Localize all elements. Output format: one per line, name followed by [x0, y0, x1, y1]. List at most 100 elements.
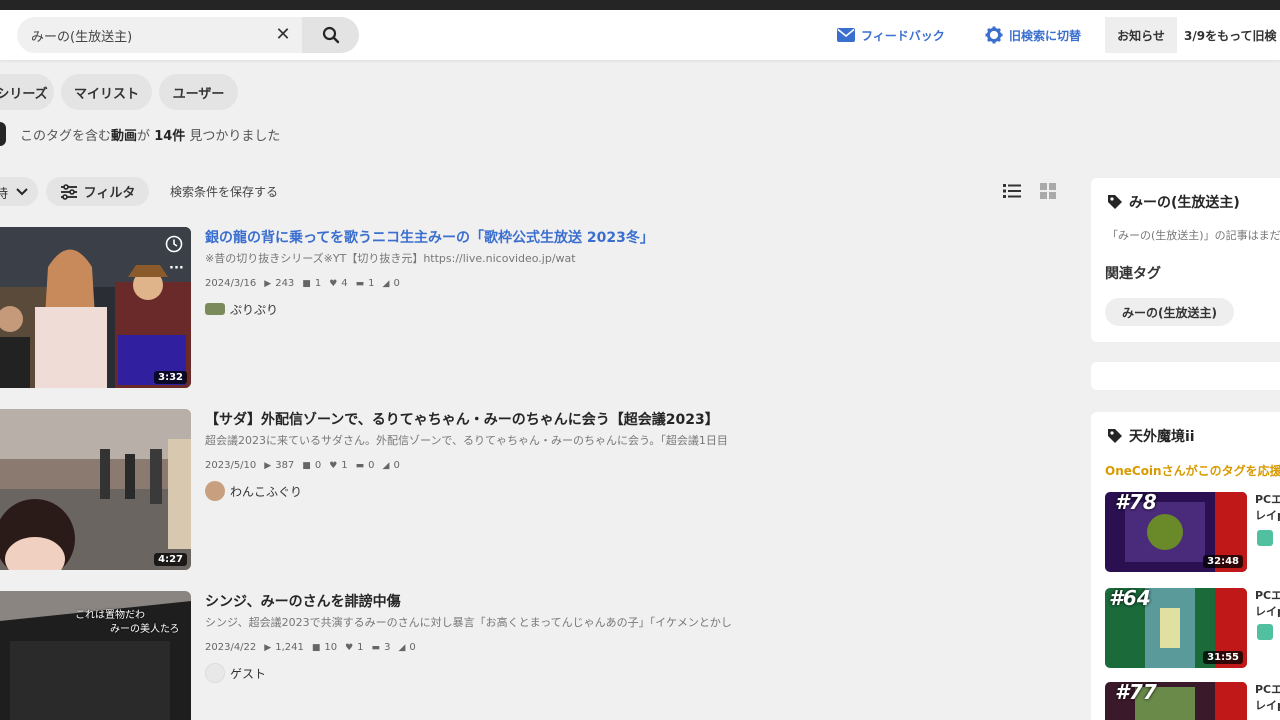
more-icon[interactable]: ··· — [169, 262, 184, 275]
thumbnail-comment: これは置物だわ — [75, 610, 145, 621]
result-kind: 動画 — [111, 128, 138, 144]
video-date: 2024/3/16 — [205, 278, 257, 289]
ad-video-thumbnail[interactable]: #78 32:48 — [1105, 492, 1247, 572]
heart-icon: ♥ — [329, 460, 338, 471]
old-search-link[interactable]: 旧検索に切替 — [985, 24, 1081, 46]
sort-dropdown[interactable]: 時 — [0, 177, 38, 206]
ad-title-line: レイp — [1255, 605, 1280, 618]
comment-count: 1 — [314, 278, 322, 289]
promo-text[interactable]: OneCoinさんがこのタグを応援 — [1105, 462, 1280, 479]
video-item[interactable]: ··· 3:32 銀の龍の背に乗ってを歌うニコ生主みーの「歌枠公式生放送 202… — [0, 227, 1060, 389]
video-owner[interactable]: ぷりぷり — [205, 299, 278, 319]
tag-icon — [1108, 195, 1122, 209]
tab-series[interactable]: シリーズ — [0, 74, 54, 110]
video-owner[interactable]: ゲスト — [205, 663, 266, 683]
tab-user[interactable]: ユーザー — [159, 74, 238, 110]
view-count: 1,241 — [275, 642, 304, 653]
ad-video-title[interactable]: PCエレイp — [1255, 588, 1280, 620]
grid-view-icon[interactable] — [1040, 183, 1056, 199]
folder-icon: ▬ — [355, 460, 365, 471]
mail-icon — [837, 28, 855, 42]
like-count: 4 — [341, 278, 348, 289]
feedback-link[interactable]: フィードバック — [837, 24, 945, 46]
tag-icon — [1108, 429, 1122, 443]
heart-icon: ♥ — [329, 278, 338, 289]
result-count-number: 14件 — [154, 128, 186, 144]
thumbnail-comment: みーの美人たろ — [110, 624, 180, 635]
folder-icon: ▬ — [355, 278, 365, 289]
ad-video-title[interactable]: PCエレイp — [1255, 682, 1280, 714]
megaphone-icon: ◢ — [382, 460, 390, 471]
video-item[interactable]: これは置物だわ みーの美人たろ シンジ、みーのさんを誹謗中傷 シンジ、超会議20… — [0, 591, 1060, 720]
list-view-icon[interactable] — [1003, 183, 1021, 199]
video-thumbnail[interactable]: ··· 3:32 — [0, 227, 191, 388]
watch-later-icon[interactable] — [165, 235, 183, 253]
tag-article-note: 「みーの(生放送主)」の記事はまだ書 — [1107, 229, 1280, 242]
owner-name: ゲスト — [230, 666, 267, 681]
ad-tag-title[interactable]: 天外魔境ii — [1107, 426, 1195, 446]
related-tag-chip[interactable]: みーの(生放送主) — [1105, 298, 1234, 326]
play-icon: ▶ — [264, 278, 272, 289]
folder-icon: ▬ — [371, 642, 381, 653]
ad-count: 0 — [409, 642, 416, 653]
search-input[interactable] — [31, 17, 271, 53]
video-title[interactable]: 【サダ】外配信ゾーンで、るりてゃちゃん・みーのちゃんに会う【超会議2023】 — [205, 409, 719, 429]
tag-info-card: みーの(生放送主) 「みーの(生放送主)」の記事はまだ書 関連タグ みーの(生放… — [1091, 178, 1280, 342]
ad-episode-badge: #77 — [1115, 682, 1157, 704]
notice-button[interactable]: お知らせ — [1105, 17, 1177, 53]
video-stats: 2023/4/22 ▶ 1,241 ■ 10 ♥ 1 ▬ 3 ◢ 0 — [205, 642, 424, 653]
ad-title-line: レイp — [1255, 509, 1280, 522]
mylist-count: 3 — [384, 642, 391, 653]
video-thumbnail[interactable]: これは置物だわ みーの美人たろ — [0, 591, 191, 720]
chevron-down-icon — [16, 187, 28, 195]
feedback-label: フィードバック — [861, 28, 945, 43]
video-title[interactable]: シンジ、みーのさんを誹謗中傷 — [205, 591, 401, 611]
ad-count: 0 — [393, 460, 400, 471]
like-count: 1 — [357, 642, 364, 653]
result-count: このタグを含む 動画が 14件 見つかりました — [0, 122, 280, 146]
video-duration: 4:27 — [154, 553, 187, 566]
ad-video-thumbnail[interactable]: #64 31:55 — [1105, 588, 1247, 668]
ad-video-title[interactable]: PCエレイp — [1255, 492, 1280, 524]
view-count: 387 — [275, 460, 295, 471]
video-description: 超会議2023に来ているサダさん。外配信ゾーンで、るりてゃちゃん・みーのちゃんに… — [205, 434, 728, 447]
video-owner[interactable]: わんこふぐり — [205, 481, 302, 501]
mylist-count: 0 — [368, 460, 375, 471]
save-search-button[interactable]: 検索条件を保存する — [170, 183, 278, 200]
sort-label: 時 — [0, 187, 9, 202]
browser-top-strip — [0, 0, 1280, 10]
tag-name: みーの(生放送主) — [1129, 195, 1240, 211]
owner-name: ぷりぷり — [230, 302, 279, 317]
video-thumbnail-image — [0, 409, 191, 570]
related-tags-heading: 関連タグ — [1105, 266, 1161, 282]
ad-card: 天外魔境ii OneCoinさんがこのタグを応援 #78 32:48 PCエレイ… — [1091, 412, 1280, 720]
result-prefix: このタグを含む — [20, 128, 112, 144]
comment-icon: ■ — [311, 642, 321, 653]
comment-icon: ■ — [302, 460, 311, 471]
avatar — [205, 303, 225, 315]
ad-title-line: PCエ — [1255, 683, 1280, 696]
ad-title-line: レイp — [1255, 699, 1280, 712]
ad-title-line: PCエ — [1255, 589, 1280, 602]
close-icon[interactable]: ✕ — [274, 26, 292, 44]
owner-name: わんこふぐり — [230, 484, 303, 499]
video-stats: 2024/3/16 ▶ 243 ■ 1 ♥ 4 ▬ 1 ◢ 0 — [205, 278, 408, 289]
filter-button[interactable]: フィルタ — [46, 177, 149, 206]
video-thumbnail[interactable]: 4:27 — [0, 409, 191, 570]
sliders-icon — [60, 183, 77, 200]
video-date: 2023/5/10 — [205, 460, 257, 471]
video-title[interactable]: 銀の龍の背に乗ってを歌うニコ生主みーの「歌枠公式生放送 2023冬」 — [205, 227, 654, 247]
ad-video-thumbnail[interactable]: #77 — [1105, 682, 1247, 720]
tag-title[interactable]: みーの(生放送主) — [1107, 192, 1240, 212]
tab-mylist[interactable]: マイリスト — [61, 74, 152, 110]
search-button[interactable] — [302, 17, 359, 53]
like-count: 1 — [341, 460, 348, 471]
result-particle: が — [137, 128, 151, 144]
play-icon: ▶ — [264, 460, 272, 471]
ad-duration: 32:48 — [1203, 555, 1243, 568]
comment-count: 0 — [314, 460, 322, 471]
play-icon: ▶ — [264, 642, 272, 653]
ad-owner-avatar — [1257, 530, 1273, 546]
notice-text[interactable]: 3/9をもって旧検 — [1184, 27, 1280, 44]
video-item[interactable]: 4:27 【サダ】外配信ゾーンで、るりてゃちゃん・みーのちゃんに会う【超会議20… — [0, 409, 1060, 571]
